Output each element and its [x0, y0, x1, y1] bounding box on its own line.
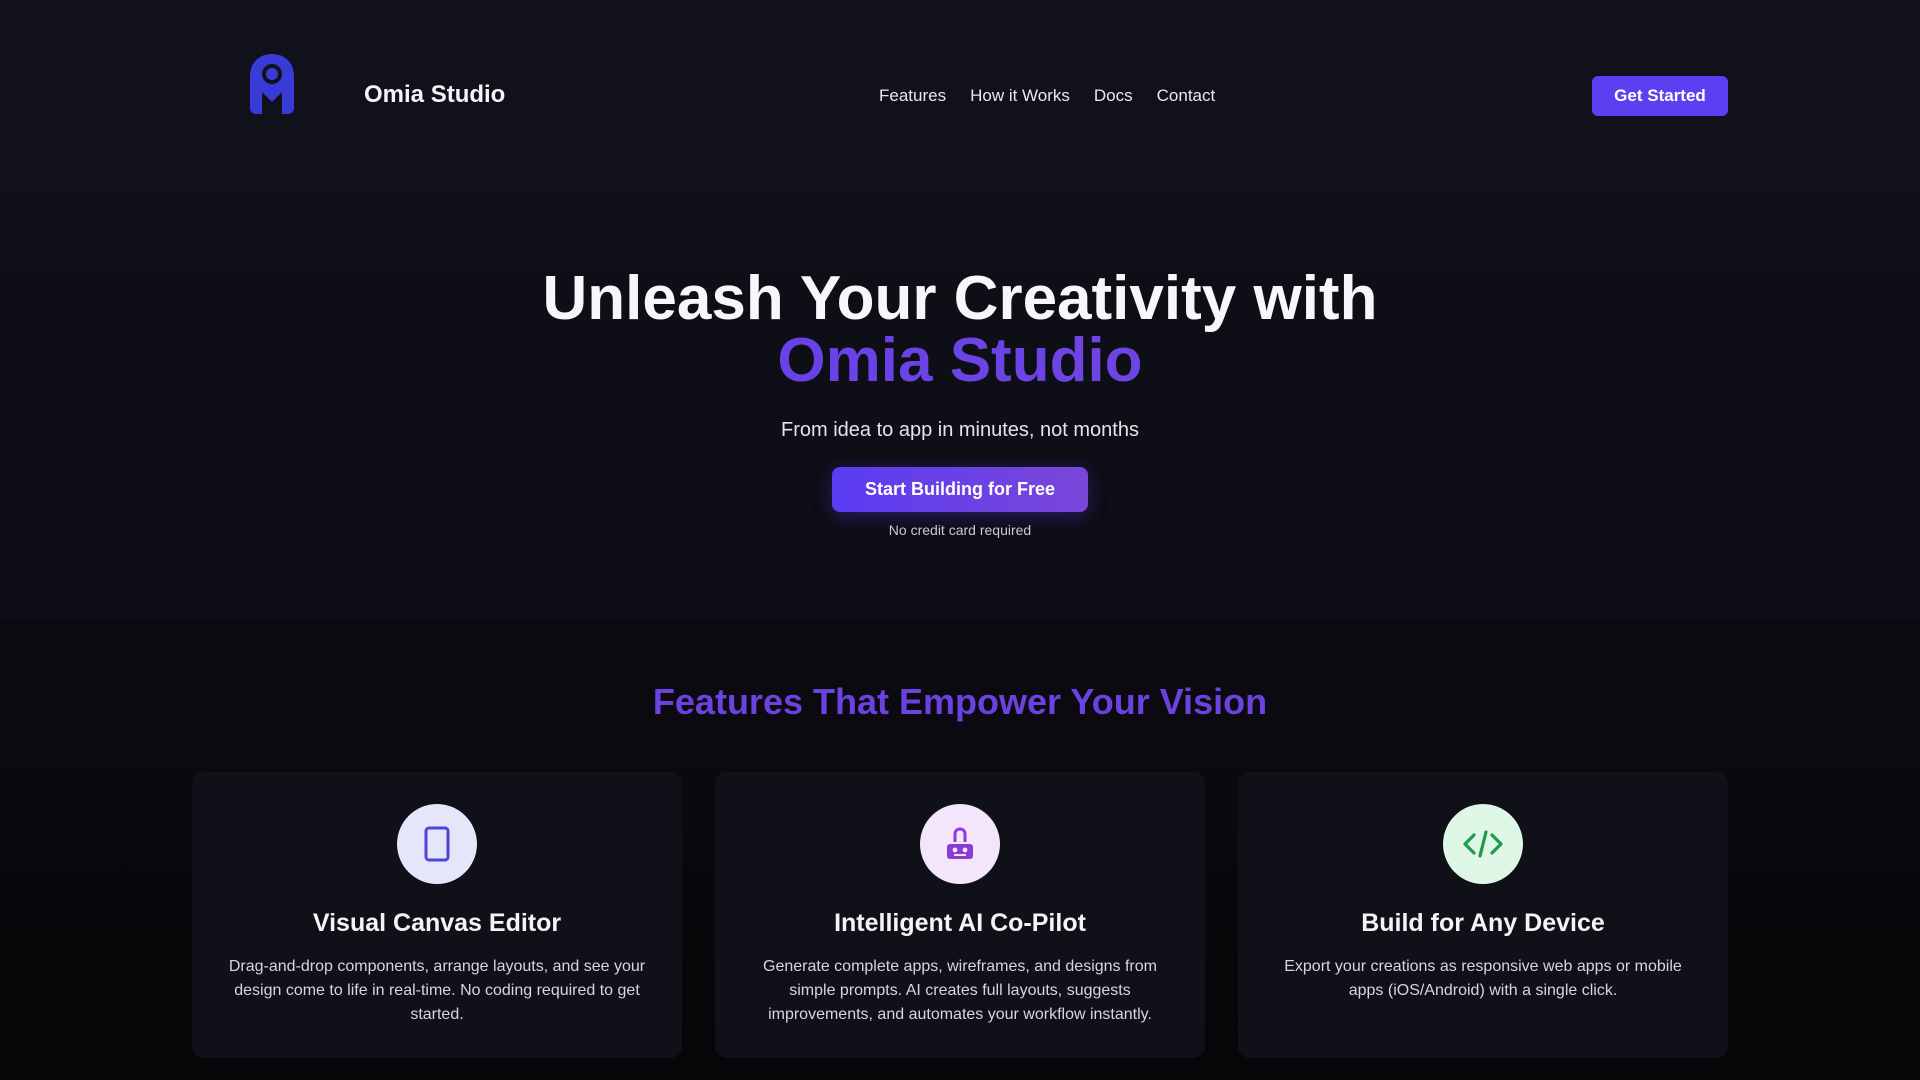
feature-card-visual-canvas: Visual Canvas Editor Drag-and-drop compo… — [192, 772, 682, 1058]
code-icon — [1443, 804, 1523, 884]
get-started-button[interactable]: Get Started — [1592, 76, 1728, 116]
feature-card-description: Drag-and-drop components, arrange layout… — [228, 958, 646, 1023]
nav-docs[interactable]: Docs — [1094, 84, 1133, 108]
robot-icon — [920, 804, 1000, 884]
nav-contact[interactable]: Contact — [1157, 84, 1216, 108]
landing-page: Omia Studio Features How it Works Docs C… — [0, 0, 1920, 1080]
features-title: Features That Empower Your Vision — [652, 681, 1268, 722]
feature-card-title: Visual Canvas Editor — [312, 909, 562, 937]
feature-card-any-device: Build for Any Device Export your creatio… — [1238, 772, 1728, 1058]
site-header: Omia Studio Features How it Works Docs C… — [0, 0, 1920, 192]
main-nav: Features How it Works Docs Contact — [879, 84, 1215, 108]
nav-how-it-works[interactable]: How it Works — [970, 84, 1070, 108]
hero-title: Unleash Your Creativity with Omia Studio — [0, 268, 1920, 392]
feature-card-title: Build for Any Device — [1361, 909, 1605, 937]
nav-features[interactable]: Features — [879, 84, 946, 108]
feature-card-title: Intelligent AI Co-Pilot — [834, 909, 1086, 937]
feature-card-description: Export your creations as responsive web … — [1284, 958, 1682, 999]
hero-section — [0, 192, 1920, 620]
hero-title-line1: Unleash Your Creativity with — [542, 264, 1378, 333]
tablet-icon — [397, 804, 477, 884]
hero-subtitle: From idea to app in minutes, not months — [781, 419, 1139, 441]
start-building-button[interactable]: Start Building for Free — [832, 467, 1088, 512]
feature-card-description: Generate complete apps, wireframes, and … — [763, 958, 1157, 1023]
hero-title-line2: Omia Studio — [0, 330, 1920, 392]
omia-logo-icon[interactable] — [246, 52, 298, 116]
no-credit-card-note: No credit card required — [888, 522, 1032, 538]
feature-card-ai-copilot: Intelligent AI Co-Pilot Generate complet… — [715, 772, 1205, 1058]
brand-name[interactable]: Omia Studio — [364, 80, 505, 110]
